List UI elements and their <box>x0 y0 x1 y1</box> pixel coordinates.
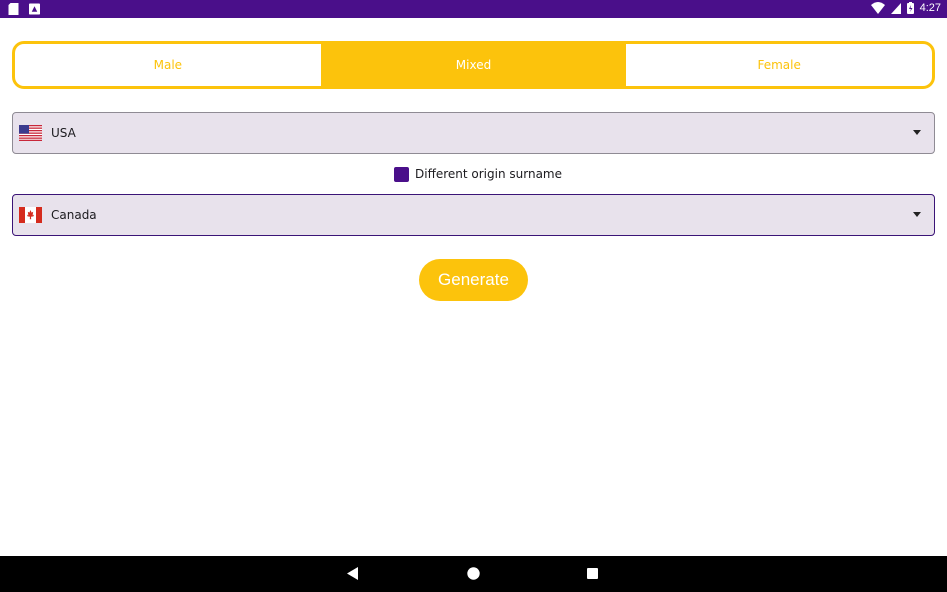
sd-card-icon <box>8 3 19 15</box>
different-surname-label: Different origin surname <box>415 167 562 181</box>
navigation-bar <box>0 556 947 592</box>
chevron-down-icon <box>913 130 921 135</box>
cell-signal-icon <box>890 2 901 14</box>
surname-country-value: Canada <box>51 208 97 222</box>
status-bar: 4:27 <box>0 0 947 18</box>
origin-country-dropdown[interactable]: USA <box>12 112 935 154</box>
different-surname-checkbox[interactable] <box>394 166 409 182</box>
tab-mixed-label: Mixed <box>455 58 492 72</box>
tab-male[interactable]: Male <box>15 44 321 86</box>
usa-flag-icon <box>19 125 42 141</box>
home-icon[interactable] <box>467 567 480 580</box>
battery-icon <box>906 2 914 14</box>
tab-female[interactable]: Female <box>626 44 932 86</box>
status-time: 4:27 <box>919 2 941 14</box>
wifi-icon <box>870 2 885 14</box>
gender-selector: Male Mixed Female <box>12 41 935 89</box>
surname-country-dropdown[interactable]: Canada <box>12 194 935 236</box>
origin-country-value: USA <box>51 126 76 140</box>
recents-icon[interactable] <box>587 568 598 579</box>
checkmark-icon <box>396 170 407 179</box>
back-icon[interactable] <box>347 567 359 580</box>
tab-male-label: Male <box>153 58 183 72</box>
generate-button[interactable]: Generate <box>419 259 528 301</box>
different-surname-option[interactable]: Different origin surname <box>394 165 562 183</box>
canada-flag-icon <box>19 207 42 223</box>
tab-female-label: Female <box>757 58 801 72</box>
tab-mixed[interactable]: Mixed <box>320 44 627 86</box>
chevron-down-icon <box>913 212 921 217</box>
notification-icon <box>29 3 40 15</box>
